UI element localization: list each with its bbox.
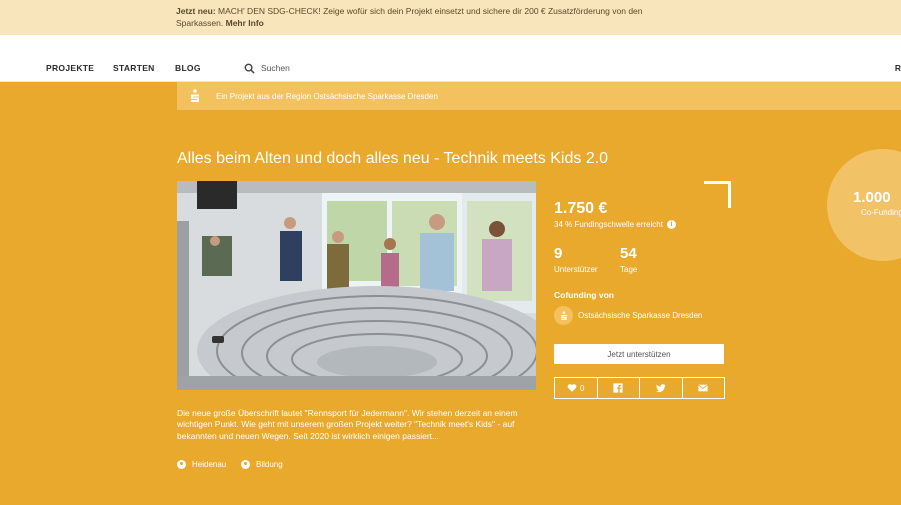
category-icon — [241, 460, 250, 469]
region-text: Ein Projekt aus der Region Ostsächsische… — [216, 91, 438, 101]
info-icon[interactable]: i — [666, 220, 676, 229]
days-count: 54 — [620, 245, 637, 262]
nav-item-blog[interactable]: BLOG — [175, 63, 201, 73]
banner-more-info-link[interactable]: Mehr Info — [226, 18, 264, 28]
tag-location-label: Heidenau — [192, 460, 227, 469]
project-image[interactable] — [177, 181, 536, 390]
project-title[interactable]: Alles beim Alten und doch alles neu - Te… — [177, 150, 608, 168]
support-button[interactable]: Jetzt unterstützen — [554, 344, 724, 364]
cofunding-heading: Cofunding von — [554, 290, 614, 300]
cofunder[interactable]: Ostsächsische Sparkasse Dresden — [554, 306, 703, 325]
facebook-icon — [613, 383, 623, 393]
nav-item-projekte[interactable]: PROJEKTE — [46, 63, 94, 73]
cofunder-logo — [554, 306, 573, 325]
like-button[interactable]: 0 — [555, 378, 598, 398]
banner-text-continued: Sparkassen. — [176, 18, 224, 28]
search-box[interactable] — [244, 61, 381, 75]
tag-category-label: Bildung — [256, 460, 283, 469]
twitter-share-button[interactable] — [640, 378, 683, 398]
nav-item-edge[interactable]: R — [895, 63, 901, 73]
search-input[interactable] — [261, 63, 381, 73]
project-photo-illustration — [177, 181, 536, 390]
banner-text: MACH' DEN SDG-CHECK! Zeige wofür sich de… — [218, 6, 643, 16]
facebook-share-button[interactable] — [598, 378, 640, 398]
supporters-count: 9 — [554, 245, 563, 262]
top-navigation: PROJEKTE STARTEN BLOG R — [0, 35, 901, 82]
badge-number: 1.000 — [853, 189, 891, 206]
like-count: 0 — [580, 383, 585, 393]
share-actions: 0 — [554, 377, 725, 399]
mail-icon — [698, 384, 709, 392]
cofunder-name: Ostsächsische Sparkasse Dresden — [578, 311, 703, 320]
sparkasse-logo-icon — [560, 310, 567, 320]
twitter-icon — [655, 384, 666, 393]
nav-item-starten[interactable]: STARTEN — [113, 63, 155, 73]
badge-label: Co-Funding — [861, 208, 901, 217]
sparkasse-logo-icon — [191, 89, 199, 102]
funding-threshold: 34 % Fundingschwelle erreicht i — [554, 220, 676, 229]
search-icon[interactable] — [244, 63, 255, 74]
funding-amount: 1.750 € — [554, 200, 608, 217]
heart-icon — [567, 384, 577, 392]
project-description: Die neue große Überschrift lautet "Renns… — [177, 408, 518, 441]
tag-category[interactable]: Bildung — [241, 460, 283, 469]
location-icon — [177, 460, 186, 469]
cofunding-badge: 1.000 Co-Funding — [827, 149, 901, 261]
supporters-label: Unterstützer — [554, 265, 598, 274]
tag-location[interactable]: Heidenau — [177, 460, 226, 469]
region-bar: Ein Projekt aus der Region Ostsächsische… — [177, 82, 901, 110]
banner-prefix: Jetzt neu: — [176, 6, 216, 16]
days-label: Tage — [620, 265, 638, 274]
corner-decoration — [704, 181, 731, 208]
mail-share-button[interactable] — [683, 378, 725, 398]
funding-threshold-text: 34 % Fundingschwelle erreicht — [554, 220, 663, 229]
announcement-banner: Jetzt neu: MACH' DEN SDG-CHECK! Zeige wo… — [0, 0, 901, 35]
